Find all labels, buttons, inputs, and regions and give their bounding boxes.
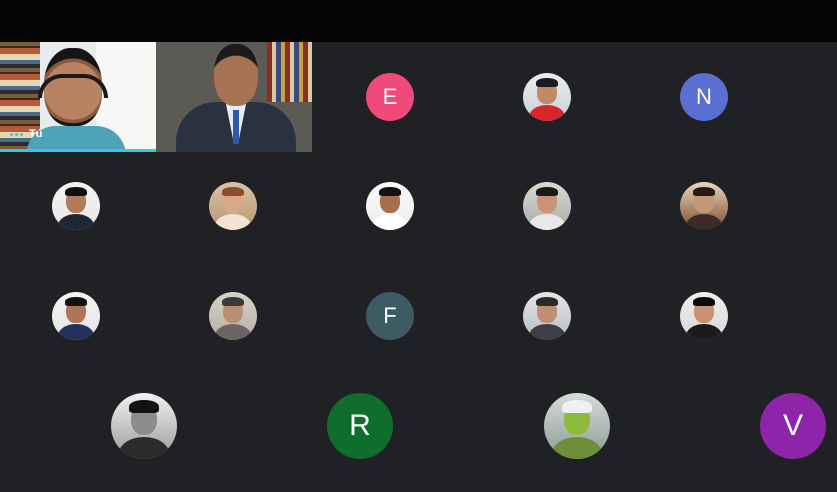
participant-avatar-p-woman-dark[interactable] <box>680 292 728 340</box>
participant-avatar-p-e[interactable]: E <box>366 73 414 121</box>
participant-avatar-p-suit-2[interactable] <box>52 292 100 340</box>
participant-avatar-p-girl-beige[interactable] <box>209 182 257 230</box>
participant-avatar-p-room[interactable] <box>680 182 728 230</box>
participant-avatar-p-young-man[interactable] <box>523 182 571 230</box>
participant-initial: F <box>383 303 397 328</box>
participant-avatar-p-plant[interactable] <box>544 393 610 459</box>
participant-avatar-p-sunglasses[interactable] <box>209 292 257 340</box>
participant-avatar-p-bw[interactable] <box>111 393 177 459</box>
participant-avatar-p-suit-1[interactable] <box>52 182 100 230</box>
participant-avatar-p-man-grey[interactable] <box>523 292 571 340</box>
participant-avatar-p-n[interactable]: N <box>680 73 728 121</box>
participant-avatar-p-f[interactable]: F <box>366 292 414 340</box>
participant-avatar-p-r[interactable]: R <box>327 393 393 459</box>
participant-avatar-p-boy-white[interactable] <box>366 182 414 230</box>
self-video-tile[interactable]: Tú <box>0 42 156 152</box>
participant-initial: N <box>696 84 712 109</box>
audio-level-icon <box>10 132 23 136</box>
participant-initial: V <box>782 409 803 442</box>
participant-initial: E <box>382 84 398 109</box>
self-name-tag: Tú <box>10 128 42 140</box>
self-name-label: Tú <box>29 128 43 140</box>
participant-video-feed <box>156 42 312 152</box>
speaking-indicator <box>0 149 156 152</box>
participant-video-tile[interactable] <box>156 42 312 152</box>
top-bar <box>0 0 837 42</box>
participant-avatar-p-v[interactable]: V <box>760 393 826 459</box>
participant-initial: R <box>349 409 371 442</box>
participant-avatar-p-red-shirt[interactable] <box>523 73 571 121</box>
